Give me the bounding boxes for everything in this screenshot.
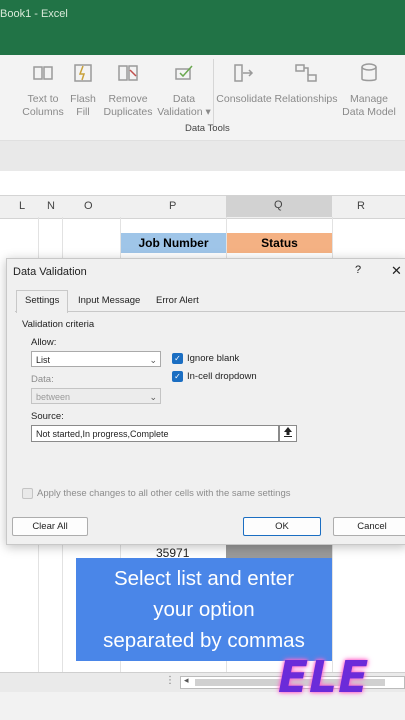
dialog-title: Data Validation — [13, 266, 87, 278]
consolidate-button[interactable]: Consolidate — [216, 61, 272, 106]
tab-error-alert[interactable]: Error Alert — [148, 291, 207, 311]
validation-criteria-label: Validation criteria — [22, 319, 95, 330]
consolidate-label: Consolidate — [216, 93, 272, 105]
remove-duplicates-icon — [118, 65, 138, 81]
ribbon: Text to Columns Flash Fill Remove Duplic… — [0, 55, 405, 141]
apply-all-label: Apply these changes to all other cells w… — [37, 488, 291, 499]
flash-fill-icon — [74, 64, 92, 82]
column-header-r[interactable]: R — [357, 200, 365, 212]
column-header-p[interactable]: P — [169, 200, 176, 212]
remove-duplicates-label: Remove Duplicates — [103, 93, 153, 118]
chevron-down-icon: ⌄ — [149, 392, 157, 402]
window-title: Book1 - Excel — [0, 8, 68, 20]
source-label: Source: — [31, 411, 64, 422]
cancel-button[interactable]: Cancel — [333, 517, 405, 536]
ok-button[interactable]: OK — [243, 517, 321, 536]
column-headers: L N O P Q R — [0, 195, 405, 219]
caption-line-2: your option — [153, 598, 255, 621]
clear-all-button[interactable]: Clear All — [12, 517, 88, 536]
apply-all-checkbox — [22, 488, 33, 499]
consolidate-icon — [234, 64, 254, 82]
data-validation-dialog: Data Validation ? ✕ Settings Input Messa… — [6, 258, 405, 545]
remove-duplicates-button[interactable]: Remove Duplicates — [102, 61, 154, 119]
ignore-blank-checkbox[interactable]: ✓ — [172, 353, 183, 364]
caption-overlay: Select list and enter your option separa… — [76, 558, 332, 661]
column-header-o[interactable]: O — [84, 200, 93, 212]
text-to-columns-button[interactable]: Text to Columns — [22, 61, 64, 119]
relationships-button[interactable]: Relationships — [274, 61, 338, 106]
tab-input-message[interactable]: Input Message — [70, 291, 148, 311]
tab-settings[interactable]: Settings — [16, 290, 69, 313]
chevron-down-icon: ⌄ — [149, 355, 157, 365]
text-to-columns-label: Text to Columns — [22, 93, 64, 118]
ignore-blank-label: Ignore blank — [187, 353, 240, 364]
collapse-dialog-button[interactable] — [279, 425, 297, 442]
ele-logo: ELE — [278, 652, 370, 703]
data-tools-group-label: Data Tools — [185, 123, 230, 134]
status-header[interactable]: Status — [227, 233, 332, 253]
data-label: Data: — [31, 374, 54, 385]
more-dots-icon: ⋮ — [165, 675, 175, 686]
data-select-value: between — [36, 392, 71, 402]
allow-label: Allow: — [31, 337, 57, 348]
caption-line-1: Select list and enter — [113, 567, 295, 590]
flash-fill-label: Flash Fill — [70, 93, 96, 118]
column-header-n[interactable]: N — [47, 200, 55, 212]
close-icon[interactable]: ✕ — [391, 263, 402, 279]
data-select: between ⌄ — [31, 388, 161, 404]
in-cell-dropdown-label: In-cell dropdown — [187, 371, 257, 382]
collapse-arrow-icon — [284, 427, 292, 437]
data-validation-label: Data Validation ▾ — [157, 93, 211, 118]
allow-select[interactable]: List ⌄ — [31, 351, 161, 367]
flash-fill-button[interactable]: Flash Fill — [68, 61, 98, 119]
text-to-columns-icon — [33, 66, 53, 80]
data-validation-icon — [175, 65, 193, 80]
data-model-icon — [361, 63, 377, 82]
title-bar: Book1 - Excel — [0, 0, 405, 55]
job-number-header[interactable]: Job Number — [121, 233, 226, 253]
in-cell-dropdown-checkbox[interactable]: ✓ — [172, 371, 183, 382]
relationships-label: Relationships — [274, 93, 338, 105]
help-button[interactable]: ? — [355, 264, 361, 276]
relationships-icon — [295, 64, 317, 82]
formula-bar-area — [0, 141, 405, 171]
scroll-left-icon[interactable]: ◂ — [184, 675, 189, 686]
source-input[interactable]: Not started,In progress,Complete — [31, 425, 279, 442]
column-header-l[interactable]: L — [19, 200, 25, 212]
allow-select-value: List — [36, 355, 51, 365]
column-header-q-selected: Q — [274, 199, 283, 211]
data-validation-button[interactable]: Data Validation ▾ — [156, 61, 212, 119]
manage-data-model-label: Manage Data Model — [342, 93, 396, 118]
ribbon-separator — [213, 59, 214, 131]
manage-data-model-button[interactable]: Manage Data Model — [340, 61, 398, 119]
